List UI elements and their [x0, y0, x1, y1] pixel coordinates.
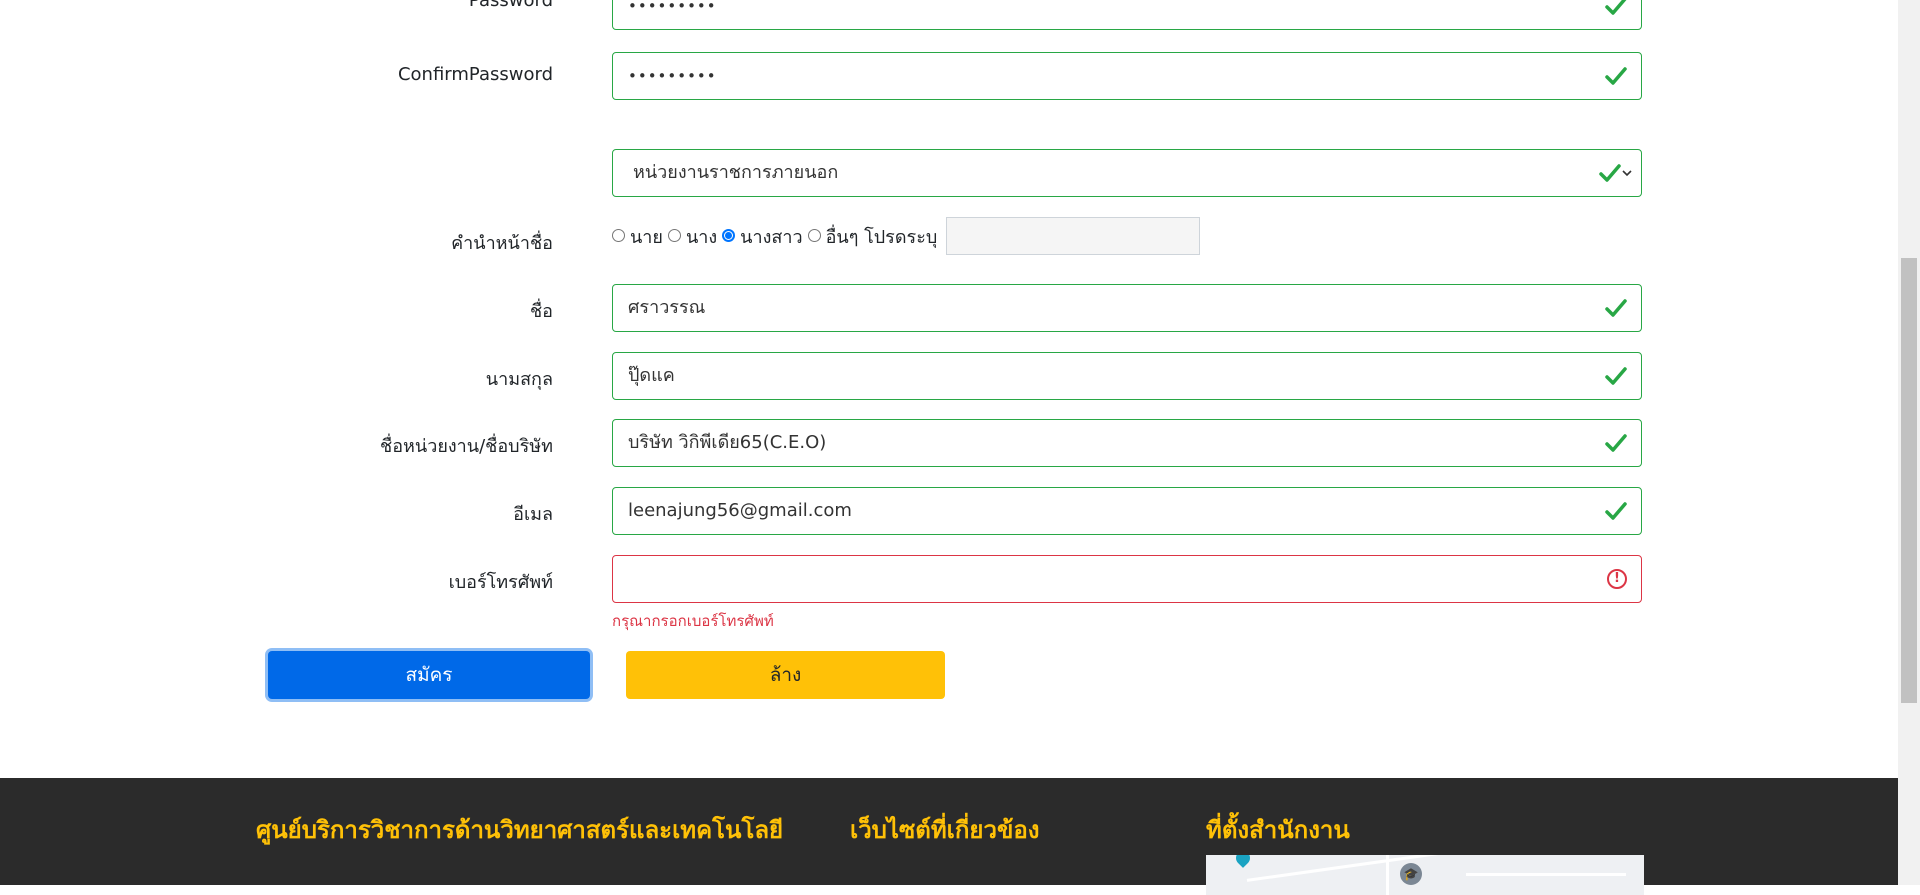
- exclamation-circle-icon: !: [1607, 569, 1627, 589]
- footer-location-title: ที่ตั้งสำนักงาน: [1206, 816, 1350, 844]
- check-icon: [1605, 367, 1627, 385]
- graduation-cap-icon[interactable]: 🎓: [1400, 863, 1422, 885]
- phone-error-message: กรุณากรอกเบอร์โทรศัพท์: [612, 612, 774, 630]
- last-name-value: ปุ๊ดแค: [628, 365, 675, 386]
- company-field[interactable]: บริษัท วิกิพีเดีย65(C.E.O): [612, 419, 1642, 467]
- page-scrollbar[interactable]: [1898, 0, 1920, 885]
- submit-button[interactable]: สมัคร: [268, 651, 590, 699]
- radio-mrs[interactable]: [667, 228, 681, 242]
- radio-other[interactable]: [807, 228, 821, 242]
- check-icon: [1605, 299, 1627, 317]
- password-field[interactable]: •••••••••: [612, 0, 1642, 30]
- check-icon: [1605, 67, 1627, 85]
- prefix-label: คำนำหน้าชื่อ: [451, 233, 553, 254]
- password-label: Password: [468, 0, 553, 11]
- first-name-label: ชื่อ: [529, 301, 553, 322]
- office-map[interactable]: 🎓: [1206, 855, 1644, 895]
- email-value: leenajung56@gmail.com: [628, 500, 852, 521]
- company-label: ชื่อหน่วยงาน/ชื่อบริษัท: [380, 436, 553, 457]
- check-icon: [1605, 434, 1627, 452]
- scrollbar-thumb[interactable]: [1901, 258, 1917, 703]
- radio-miss[interactable]: [722, 228, 736, 242]
- agency-select[interactable]: หน่วยงานราชการภายนอก: [612, 149, 1642, 197]
- radio-other-label: อื่นๆ โปรดระบุ: [825, 226, 938, 248]
- registration-page: Password ••••••••• ConfirmPassword •••••…: [0, 0, 1898, 895]
- email-label: อีเมล: [513, 504, 553, 525]
- reset-button[interactable]: ล้าง: [626, 651, 945, 699]
- first-name-field[interactable]: ศราวรรณ: [612, 284, 1642, 332]
- confirm-password-value: •••••••••: [628, 67, 717, 85]
- footer-links-title: เว็บไซต์ที่เกี่ยวข้อง: [850, 816, 1040, 844]
- phone-field[interactable]: !: [612, 555, 1642, 603]
- check-icon: [1599, 164, 1621, 182]
- company-value: บริษัท วิกิพีเดีย65(C.E.O): [628, 432, 827, 453]
- phone-label: เบอร์โทรศัพท์: [448, 572, 553, 593]
- map-pin-icon[interactable]: [1233, 855, 1253, 868]
- prefix-other-input[interactable]: [946, 217, 1201, 255]
- agency-select-value: หน่วยงานราชการภายนอก: [633, 162, 839, 183]
- check-icon: [1605, 0, 1627, 15]
- check-icon: [1605, 502, 1627, 520]
- last-name-label: นามสกุล: [485, 369, 553, 390]
- confirm-password-field[interactable]: •••••••••: [612, 52, 1642, 100]
- site-footer: ศูนย์บริการวิชาการด้านวิทยาศาสตร์และเทคโ…: [0, 778, 1898, 895]
- map-road: [1386, 855, 1389, 895]
- radio-mrs-label: นาง: [685, 226, 718, 248]
- email-field[interactable]: leenajung56@gmail.com: [612, 487, 1642, 535]
- radio-mr-label: นาย: [630, 226, 663, 248]
- chevron-down-icon: [1622, 170, 1632, 177]
- map-road: [1466, 873, 1626, 876]
- password-value: •••••••••: [628, 0, 717, 15]
- radio-mr[interactable]: [612, 228, 625, 242]
- prefix-radio-group: นาย นาง นางสาว อื่นๆ โปรดระบุ: [612, 216, 1201, 256]
- footer-center-title: ศูนย์บริการวิชาการด้านวิทยาศาสตร์และเทคโ…: [256, 816, 784, 844]
- radio-miss-label: นางสาว: [740, 226, 803, 248]
- first-name-value: ศราวรรณ: [628, 297, 706, 318]
- confirm-password-label: ConfirmPassword: [397, 64, 553, 85]
- last-name-field[interactable]: ปุ๊ดแค: [612, 352, 1642, 400]
